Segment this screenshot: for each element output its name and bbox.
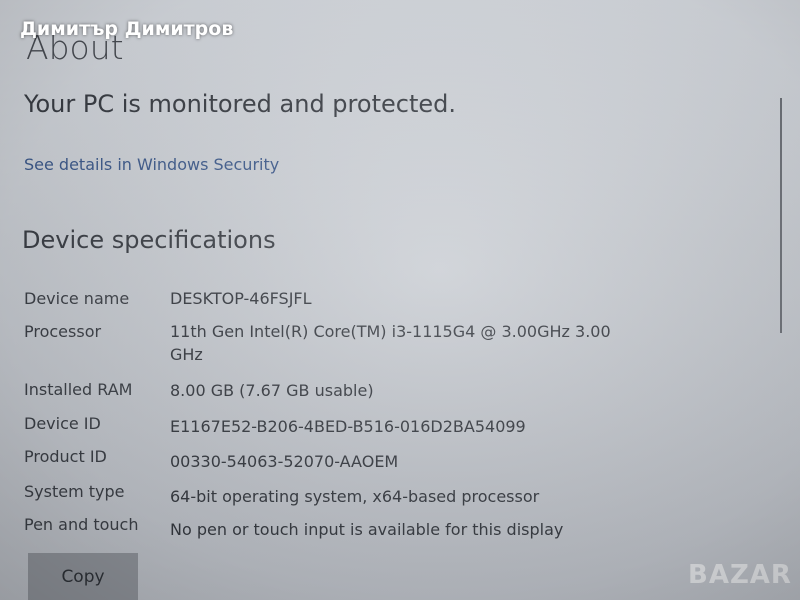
device-id-label: Device ID (24, 414, 101, 433)
scrollbar[interactable] (780, 98, 782, 333)
installed-ram-value: 8.00 GB (7.67 GB usable) (170, 381, 374, 400)
product-id-value: 00330-54063-52070-AAOEM (170, 452, 399, 471)
device-id-value: E1167E52-B206-4BED-B516-016D2BA54099 (170, 417, 526, 436)
windows-security-link[interactable]: See details in Windows Security (24, 155, 279, 174)
pen-and-touch-value: No pen or touch input is available for t… (170, 520, 564, 539)
protection-status: Your PC is monitored and protected. (24, 90, 456, 118)
copy-button[interactable]: Copy (28, 553, 138, 600)
bazar-logo: BAZAR (688, 560, 792, 590)
user-name-watermark: Димитър Димитров (20, 18, 234, 40)
device-specs-heading: Device specifications (22, 226, 276, 254)
processor-label: Processor (24, 322, 102, 341)
processor-value: 11th Gen Intel(R) Core(TM) i3-1115G4 @ 3… (170, 322, 611, 364)
installed-ram-label: Installed RAM (24, 380, 133, 399)
product-id-label: Product ID (24, 447, 107, 466)
device-name-value: DESKTOP-46FSJFL (170, 289, 312, 308)
device-name-label: Device name (24, 289, 130, 308)
pen-and-touch-label: Pen and touch (24, 515, 139, 534)
system-type-value: 64-bit operating system, x64-based proce… (170, 487, 540, 506)
system-type-label: System type (24, 482, 125, 501)
